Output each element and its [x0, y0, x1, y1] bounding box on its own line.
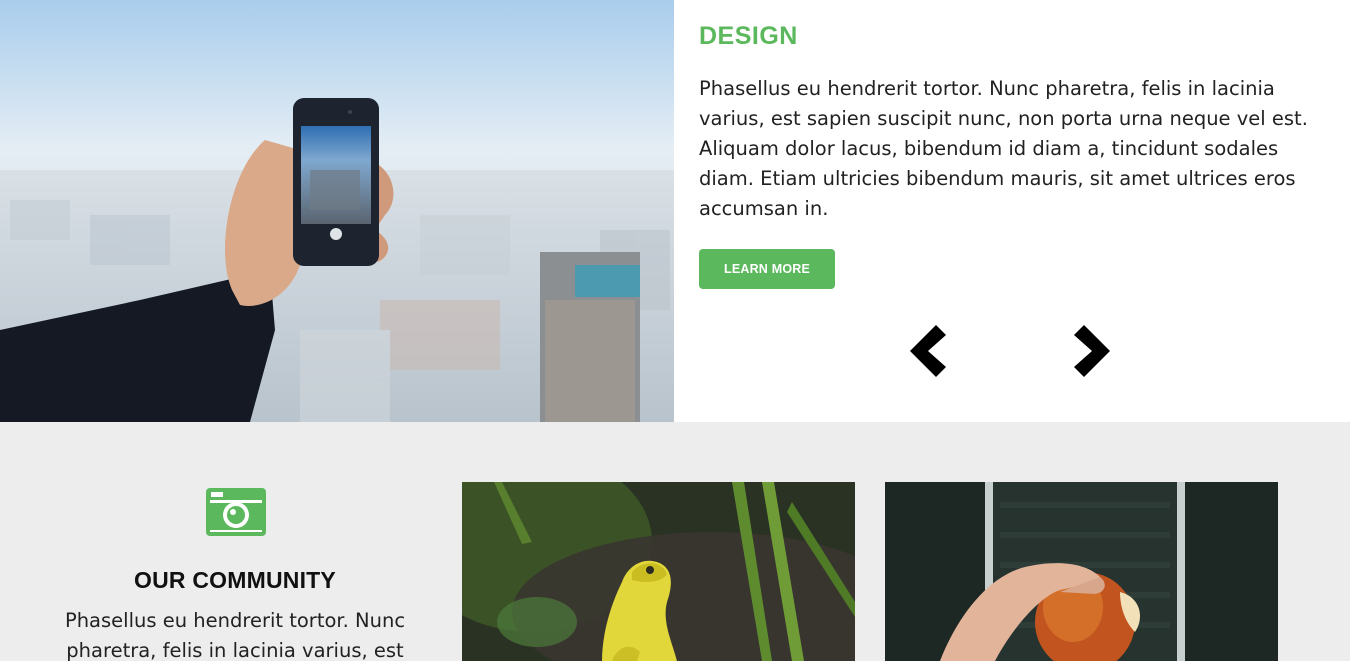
carousel-prev-button[interactable] [906, 322, 950, 380]
gallery-photo-frog[interactable] [462, 482, 855, 661]
community-title: OUR COMMUNITY [134, 567, 336, 593]
hero-image [0, 0, 674, 422]
hero-content: DESIGN Phasellus eu hendrerit tortor. Nu… [699, 0, 1319, 422]
hero-section: DESIGN Phasellus eu hendrerit tortor. Nu… [0, 0, 1350, 422]
frog-photo-icon [462, 482, 855, 661]
community-section: OUR COMMUNITY Phasellus eu hendrerit tor… [0, 422, 1350, 661]
learn-more-button[interactable]: LEARN MORE [699, 249, 835, 289]
carousel-next-button[interactable] [1070, 322, 1114, 380]
community-block: OUR COMMUNITY Phasellus eu hendrerit tor… [40, 422, 430, 661]
hero-title: DESIGN [699, 22, 798, 50]
city-phone-illustration [0, 0, 674, 422]
camera-icon [205, 484, 267, 538]
community-description: Phasellus eu hendrerit tortor. Nunc phar… [64, 609, 406, 661]
hero-description: Phasellus eu hendrerit tortor. Nunc phar… [699, 77, 1308, 220]
chevron-right-icon [1074, 325, 1110, 377]
apple-photo-icon [885, 482, 1278, 661]
gallery-photo-apple[interactable] [885, 482, 1278, 661]
chevron-left-icon [910, 325, 946, 377]
